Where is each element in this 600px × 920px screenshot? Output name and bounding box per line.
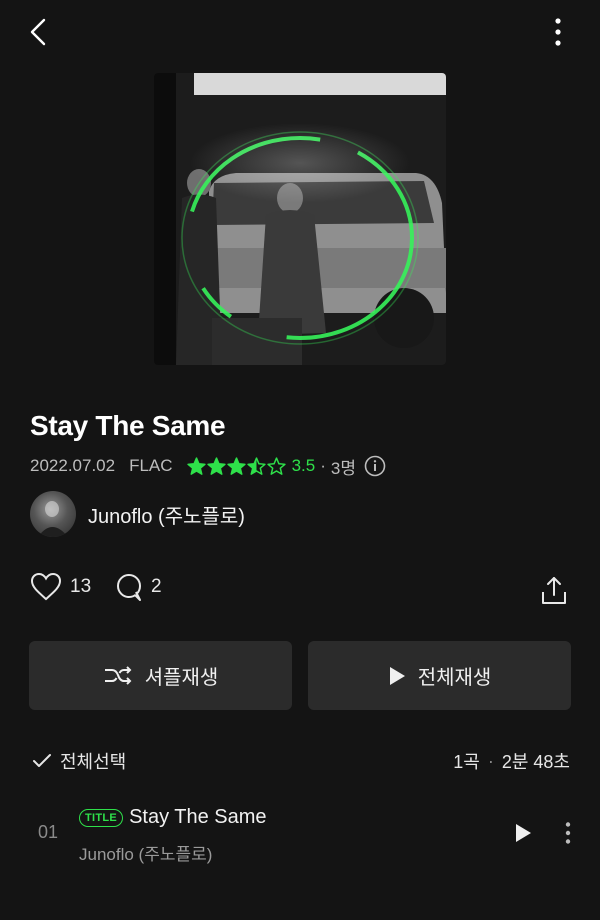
- star-icon: [186, 457, 206, 475]
- rating-separator: ·: [320, 456, 326, 475]
- release-date: 2022.07.02: [30, 456, 116, 475]
- album-cover-image: [154, 73, 446, 365]
- more-vertical-icon: [565, 822, 571, 844]
- star-icon: [226, 457, 246, 475]
- rating-value: 3.5: [291, 456, 316, 475]
- share-button[interactable]: [536, 572, 572, 608]
- play-all-label: 전체재생: [417, 667, 492, 689]
- back-button[interactable]: [20, 14, 56, 50]
- track-artist: Junoflo (주노플로): [79, 845, 213, 864]
- rating-count: 3명: [330, 458, 356, 478]
- artist-name: Junoflo (주노플로): [88, 505, 245, 528]
- artist-avatar: [30, 491, 76, 537]
- shuffle-play-label: 셔플재생: [144, 667, 219, 689]
- share-icon: [542, 577, 566, 604]
- track-count: 1곡: [453, 752, 480, 772]
- comment-count: 2: [151, 576, 162, 597]
- comment-icon: [117, 574, 141, 601]
- star-icon: [206, 457, 226, 475]
- track-number: 01: [38, 822, 59, 842]
- total-duration: 2분 48초: [501, 752, 570, 772]
- check-icon: [33, 754, 51, 767]
- play-icon: [516, 824, 531, 842]
- rating-stars[interactable]: [186, 457, 286, 475]
- audio-format: FLAC: [129, 456, 173, 475]
- star-icon: [266, 457, 286, 475]
- like-button[interactable]: 13: [30, 572, 91, 602]
- track-play-button[interactable]: [506, 816, 540, 850]
- chevron-left-icon: [30, 18, 46, 46]
- star-icon: [246, 457, 266, 475]
- track-title: Stay The Same: [129, 806, 267, 828]
- title-badge: TITLE: [79, 808, 124, 827]
- summary-separator: ·: [487, 750, 494, 771]
- more-vertical-icon: [555, 18, 561, 46]
- info-button[interactable]: [364, 455, 386, 477]
- like-count: 13: [70, 576, 92, 597]
- heart-icon: [30, 572, 62, 601]
- select-all-button[interactable]: 전체선택: [32, 748, 126, 774]
- shuffle-icon: [104, 665, 132, 685]
- track-summary: 1곡 · 2분 48초: [453, 748, 570, 774]
- play-icon: [389, 666, 405, 685]
- track-title-row: TITLE Stay The Same: [79, 806, 267, 829]
- track-more-button[interactable]: [552, 816, 584, 850]
- play-all-button[interactable]: 전체재생: [308, 641, 571, 710]
- album-meta: 2022.07.02 FLAC 3.5 · 3명: [30, 455, 386, 478]
- shuffle-play-button[interactable]: 셔플재생: [29, 641, 292, 710]
- album-title: Stay The Same: [30, 410, 226, 441]
- more-button[interactable]: [540, 14, 576, 50]
- info-icon: [364, 455, 386, 477]
- comment-button[interactable]: 2: [115, 572, 162, 602]
- artist-row[interactable]: Junoflo (주노플로): [30, 490, 245, 538]
- select-all-label: 전체선택: [60, 752, 127, 772]
